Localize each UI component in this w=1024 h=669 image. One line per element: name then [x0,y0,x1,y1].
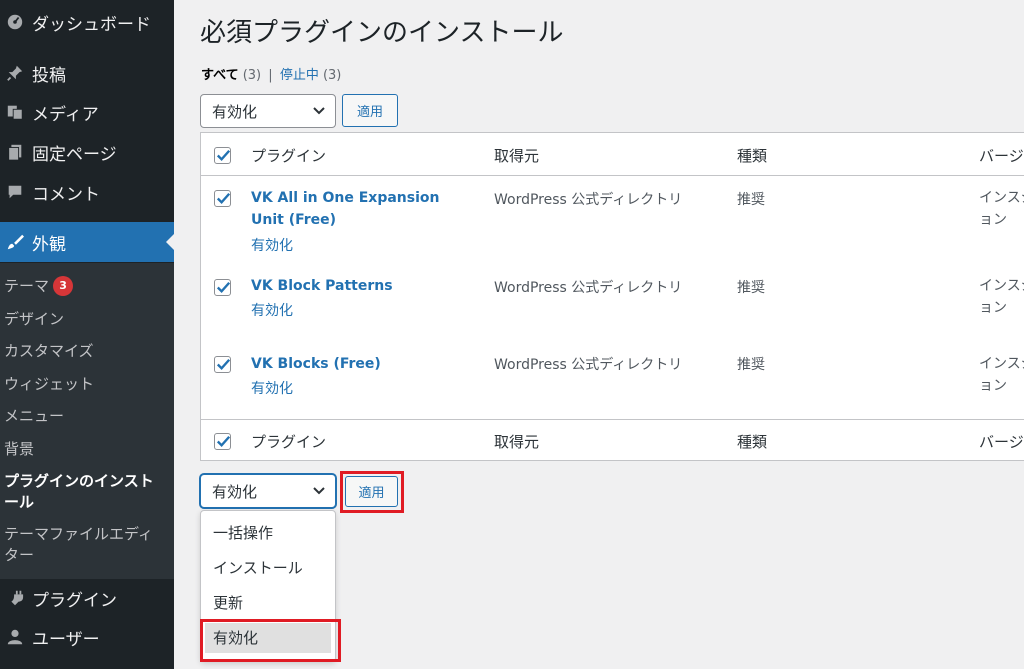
header-version: バージ [979,147,1024,165]
footer-source: 取得元 [494,433,540,451]
activate-link[interactable]: 有効化 [251,378,293,398]
menu-media[interactable]: メディア [0,92,174,132]
table-footer: プラグイン 取得元 種類 バージ [201,419,1024,462]
plugin-version: インスジョン [979,356,1024,394]
menu-dashboard-label: ダッシュボード [32,14,151,35]
page-icon [0,143,30,161]
dashboard-icon [0,13,30,31]
menu-media-label: メディア [32,104,99,125]
filter-all-count: (3) [242,68,262,83]
filter-separator: | [268,68,273,83]
plugin-type: 推奨 [737,280,765,296]
submenu-menus[interactable]: メニュー [4,406,164,427]
menu-dashboard[interactable]: ダッシュボード [0,2,174,42]
plugin-name-link[interactable]: VK Block Patterns [251,275,466,297]
submenu-customize[interactable]: カスタマイズ [4,341,164,362]
update-count-badge: 3 [53,276,74,296]
bulk-action-value-bottom: 有効化 [212,482,258,501]
submenu-theme-editor[interactable]: テーマファイルエディター [4,524,162,566]
select-all-checkbox[interactable] [214,147,231,164]
menu-comments[interactable]: コメント [0,172,174,212]
activate-option-highlight-box [200,619,341,662]
active-menu-arrow [166,234,174,250]
footer-type: 種類 [737,433,768,451]
menu-comments-label: コメント [32,184,100,205]
chevron-down-icon [312,103,326,121]
menu-pages[interactable]: 固定ページ [0,132,174,172]
menu-appearance[interactable]: 外観 [0,222,174,262]
plugin-source: WordPress 公式ディレクトリ [494,280,683,296]
comment-icon [0,183,30,201]
filter-inactive-count: (3) [322,68,342,83]
plugins-table: プラグイン 取得元 種類 バージ VK All in One Expansion… [200,132,1024,461]
plugin-name-link[interactable]: VK All in One Expansion Unit (Free) [251,187,466,231]
submenu-install-plugins[interactable]: プラグインのインストール [4,471,154,513]
plugin-source: WordPress 公式ディレクトリ [494,357,683,373]
plugin-version: インスジョン [979,278,1024,316]
apply-button-top[interactable]: 適用 [342,94,398,127]
submenu-themes-label: テーマ [4,277,50,295]
header-plugin[interactable]: プラグイン [251,145,326,166]
submenu-background[interactable]: 背景 [4,439,164,460]
plugin-type: 推奨 [737,357,765,373]
bulk-action-value-top: 有効化 [212,102,258,121]
plugin-version: インスジョン [979,190,1024,228]
appearance-submenu: テーマ 3 デザイン カスタマイズ ウィジェット メニュー 背景 プラグインのイン… [0,263,174,579]
admin-sidebar: ダッシュボード 投稿 メディア 固定ページ コメント 外観 テーマ 3 デザイン… [0,0,174,669]
media-icon [0,103,30,121]
apply-highlight-box [340,471,404,513]
brush-icon [0,233,30,251]
pin-icon [0,64,30,82]
submenu-themes[interactable]: テーマ 3 [4,276,164,297]
header-type: 種類 [737,147,768,165]
menu-plugins[interactable]: プラグイン [0,578,174,618]
submenu-design[interactable]: デザイン [4,309,164,330]
dropdown-option-install[interactable]: インストール [213,557,303,578]
table-header: プラグイン 取得元 種類 バージ [201,133,1024,176]
page-title: 必須プラグインのインストール [200,18,564,48]
plugin-type: 推奨 [737,192,765,208]
footer-plugin[interactable]: プラグイン [251,431,326,452]
menu-users[interactable]: ユーザー [0,617,174,657]
row-checkbox[interactable] [214,356,231,373]
bulk-action-select-bottom[interactable]: 有効化 [200,474,336,508]
activate-link[interactable]: 有効化 [251,235,293,255]
filter-inactive[interactable]: 停止中 [280,68,319,83]
menu-pages-label: 固定ページ [32,144,117,165]
user-icon [0,628,30,646]
filter-all[interactable]: すべて [201,68,239,83]
row-checkbox[interactable] [214,190,231,207]
plugin-source: WordPress 公式ディレクトリ [494,192,683,208]
menu-plugins-label: プラグイン [32,590,117,611]
plugin-icon [0,589,30,607]
chevron-down-icon [312,483,326,501]
bulk-action-select-top[interactable]: 有効化 [200,94,336,128]
dropdown-option-update[interactable]: 更新 [213,592,243,613]
plugin-name-link[interactable]: VK Blocks (Free) [251,353,466,375]
menu-posts-label: 投稿 [32,65,66,86]
menu-users-label: ユーザー [32,629,100,650]
dropdown-option-bulk[interactable]: 一括操作 [213,522,273,543]
row-checkbox[interactable] [214,279,231,296]
footer-version: バージ [979,433,1024,451]
menu-appearance-label: 外観 [32,234,66,255]
activate-link[interactable]: 有効化 [251,300,293,320]
status-filters: すべて (3) | 停止中 (3) [201,64,341,83]
select-all-checkbox-footer[interactable] [214,433,231,450]
submenu-widgets[interactable]: ウィジェット [4,374,164,395]
menu-posts[interactable]: 投稿 [0,53,174,93]
header-source: 取得元 [494,147,540,165]
